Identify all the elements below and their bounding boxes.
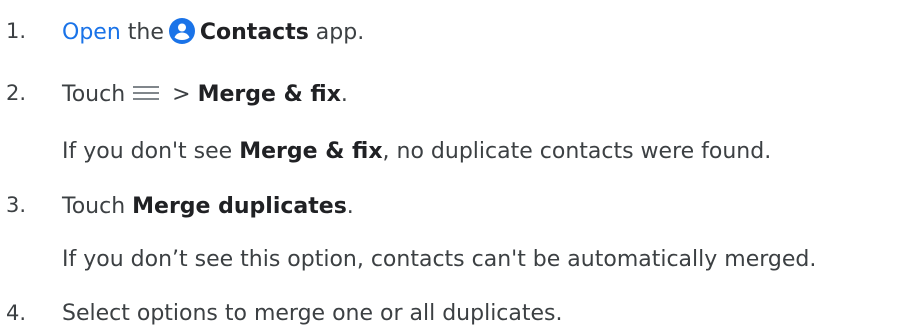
step-3-text: Touch Merge duplicates. — [62, 192, 354, 222]
step-2-note-bold: Merge & fix — [239, 139, 383, 164]
step-3-touch: Touch — [62, 194, 133, 219]
step-2-period: . — [340, 82, 348, 107]
step-2-note-b: , no duplicate contacts were found. — [382, 139, 772, 164]
contacts-app-icon — [168, 18, 195, 44]
menu-icon — [133, 86, 160, 100]
step-3-period: . — [346, 194, 354, 219]
step-1-text: Open the Contacts app. — [62, 18, 364, 48]
merge-fix-label: Merge & fix — [197, 82, 341, 107]
step-1-app: app. — [308, 20, 365, 45]
step-2-note: If you don't see Merge & fix, no duplica… — [62, 137, 771, 167]
step-3-number: 3. — [6, 193, 27, 217]
step-2-note-a: If you don't see — [62, 139, 240, 164]
step-1-number: 1. — [6, 19, 27, 43]
open-link[interactable]: Open — [62, 20, 121, 45]
step-2-touch: Touch — [62, 82, 126, 107]
contacts-app-name: Contacts — [199, 20, 309, 45]
step-4-number: 4. — [6, 301, 27, 325]
step-2-separator: > — [165, 82, 198, 107]
step-1-the: the — [120, 20, 164, 45]
instruction-steps: 1. Open the Contacts app. 2. Touch > Merg… — [0, 0, 914, 327]
merge-duplicates-label: Merge duplicates — [132, 194, 347, 219]
step-2-number: 2. — [6, 81, 27, 105]
step-3-note: If you don’t see this option, contacts c… — [62, 247, 817, 272]
step-4-text: Select options to merge one or all dupli… — [62, 301, 563, 326]
step-2-text: Touch > Merge & fix. — [62, 80, 348, 110]
